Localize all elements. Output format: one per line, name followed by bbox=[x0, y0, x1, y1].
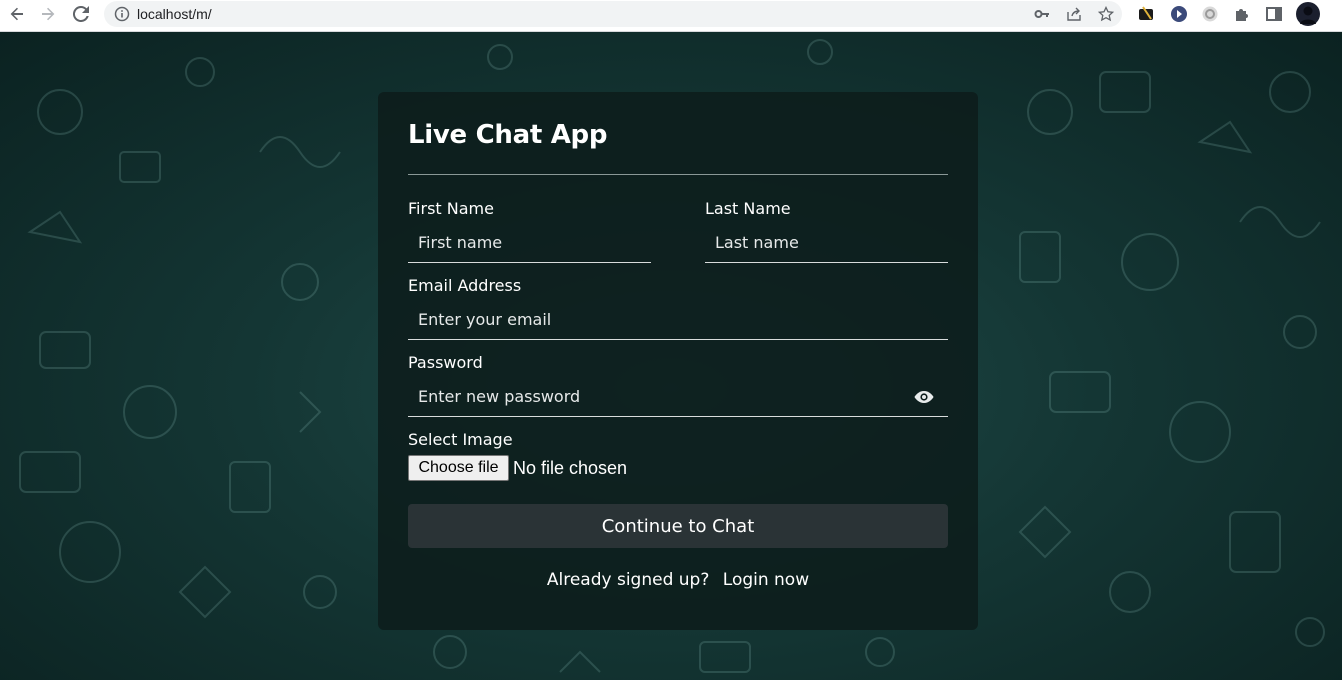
reload-icon[interactable] bbox=[70, 3, 92, 25]
profile-avatar[interactable] bbox=[1296, 2, 1320, 26]
browser-toolbar: localhost/m/ bbox=[0, 0, 1342, 32]
address-bar[interactable]: localhost/m/ bbox=[104, 1, 1122, 27]
login-link[interactable]: Login now bbox=[723, 570, 809, 590]
page-background: Live Chat App First Name Last Name Email… bbox=[0, 32, 1342, 680]
choose-file-button[interactable]: Choose file bbox=[408, 455, 509, 481]
email-field[interactable] bbox=[408, 300, 948, 340]
first-name-field[interactable] bbox=[408, 223, 651, 263]
email-input[interactable] bbox=[408, 300, 948, 339]
key-icon[interactable] bbox=[1033, 5, 1051, 23]
first-name-label: First Name bbox=[408, 199, 494, 218]
side-panel-icon[interactable] bbox=[1264, 4, 1284, 24]
star-icon[interactable] bbox=[1097, 5, 1115, 23]
url-text[interactable]: localhost/m/ bbox=[137, 6, 212, 22]
extension-icon[interactable] bbox=[1169, 4, 1189, 24]
continue-button[interactable]: Continue to Chat bbox=[408, 504, 948, 548]
email-label: Email Address bbox=[408, 276, 522, 295]
extensions-puzzle-icon[interactable] bbox=[1232, 4, 1252, 24]
password-label: Password bbox=[408, 353, 483, 372]
back-icon[interactable] bbox=[6, 3, 28, 25]
file-input[interactable]: Choose file No file chosen bbox=[408, 455, 627, 481]
extension-icon[interactable] bbox=[1200, 4, 1220, 24]
divider bbox=[408, 174, 948, 175]
password-input[interactable] bbox=[408, 377, 948, 416]
first-name-input[interactable] bbox=[408, 223, 651, 262]
eye-icon[interactable] bbox=[914, 390, 934, 404]
share-icon[interactable] bbox=[1065, 5, 1083, 23]
image-label: Select Image bbox=[408, 430, 513, 449]
file-status: No file chosen bbox=[513, 457, 628, 478]
last-name-label: Last Name bbox=[705, 199, 791, 218]
login-prompt: Already signed up? Login now bbox=[378, 570, 978, 590]
last-name-input[interactable] bbox=[705, 223, 948, 262]
already-text: Already signed up? bbox=[546, 570, 710, 590]
forward-icon[interactable] bbox=[37, 3, 59, 25]
last-name-field[interactable] bbox=[705, 223, 948, 263]
app-title: Live Chat App bbox=[408, 120, 608, 150]
signup-card: Live Chat App First Name Last Name Email… bbox=[378, 92, 978, 630]
info-icon[interactable] bbox=[114, 6, 130, 22]
password-field[interactable] bbox=[408, 377, 948, 417]
extension-icon[interactable] bbox=[1137, 4, 1157, 24]
